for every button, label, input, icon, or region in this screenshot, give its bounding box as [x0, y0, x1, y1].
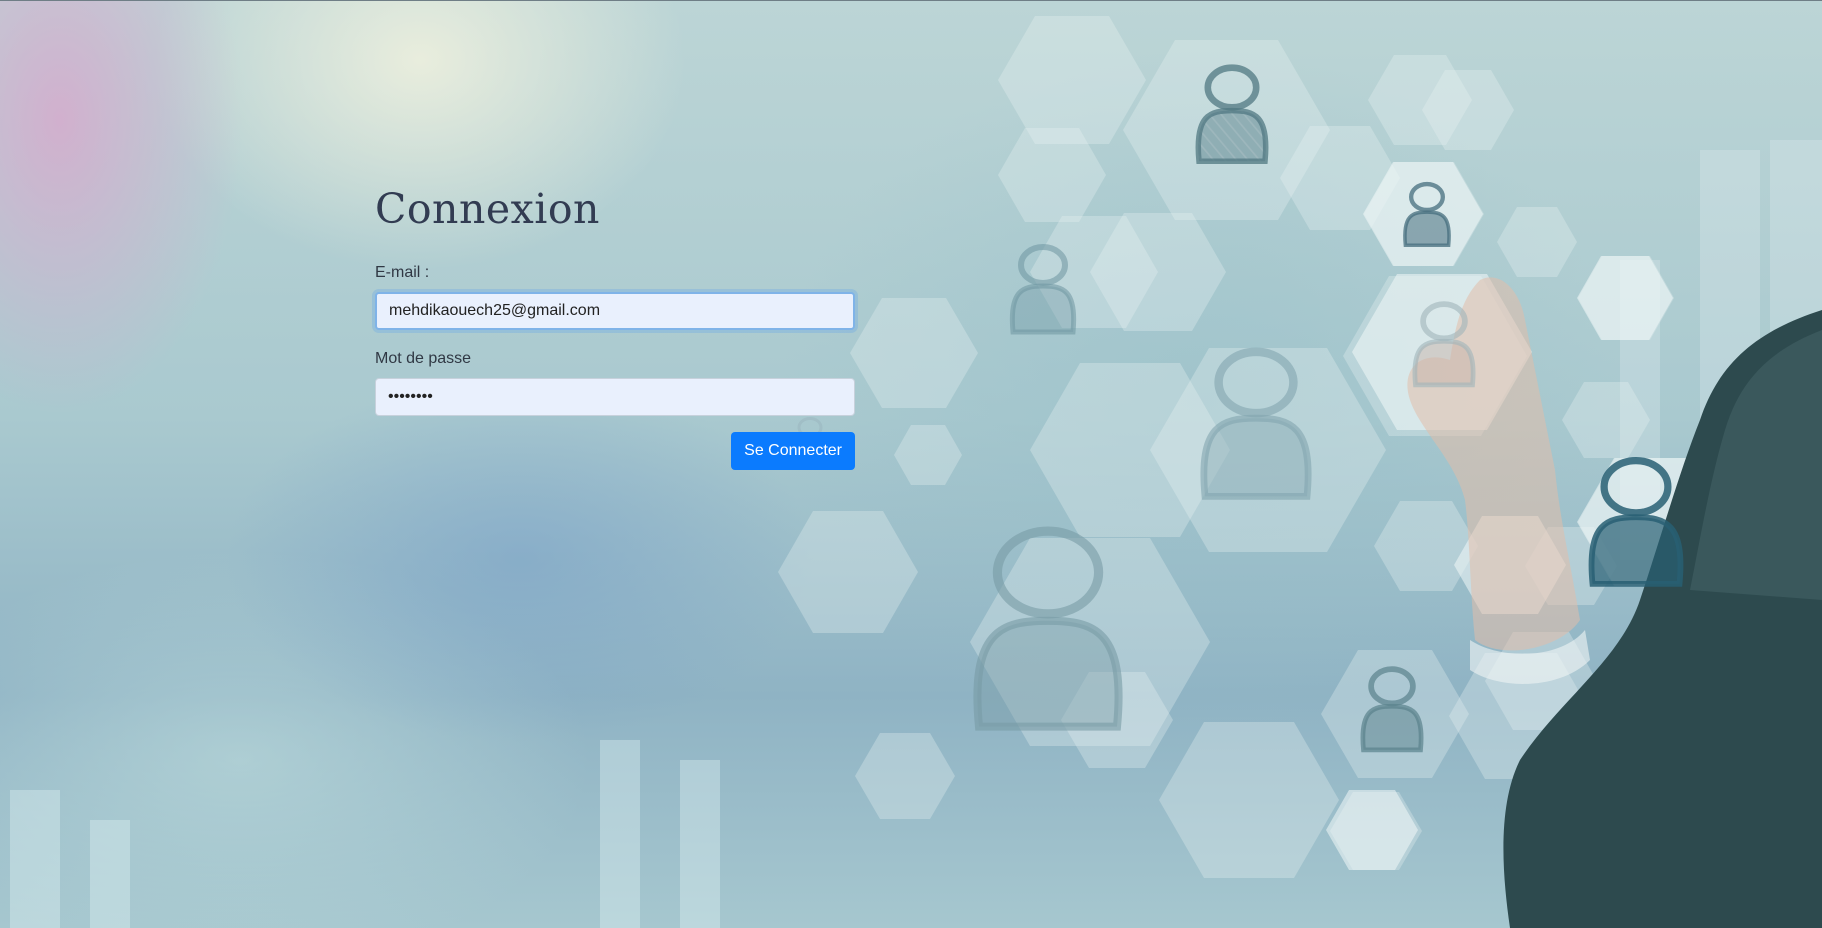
page-title: Connexion: [375, 185, 600, 233]
password-field[interactable]: [375, 378, 855, 416]
login-form: Connexion E-mail : Mot de passe Se Conne…: [375, 180, 855, 470]
email-field[interactable]: [375, 292, 855, 330]
background-illustration: [10, 16, 1822, 928]
email-group: E-mail :: [375, 264, 855, 330]
login-button[interactable]: Se Connecter: [731, 432, 855, 470]
password-label: Mot de passe: [375, 350, 472, 367]
password-group: Mot de passe: [375, 350, 855, 416]
email-label: E-mail :: [375, 264, 430, 281]
form-actions: Se Connecter: [375, 432, 855, 470]
login-page: Connexion E-mail : Mot de passe Se Conne…: [0, 0, 1822, 928]
background-bars-left: [10, 740, 720, 928]
